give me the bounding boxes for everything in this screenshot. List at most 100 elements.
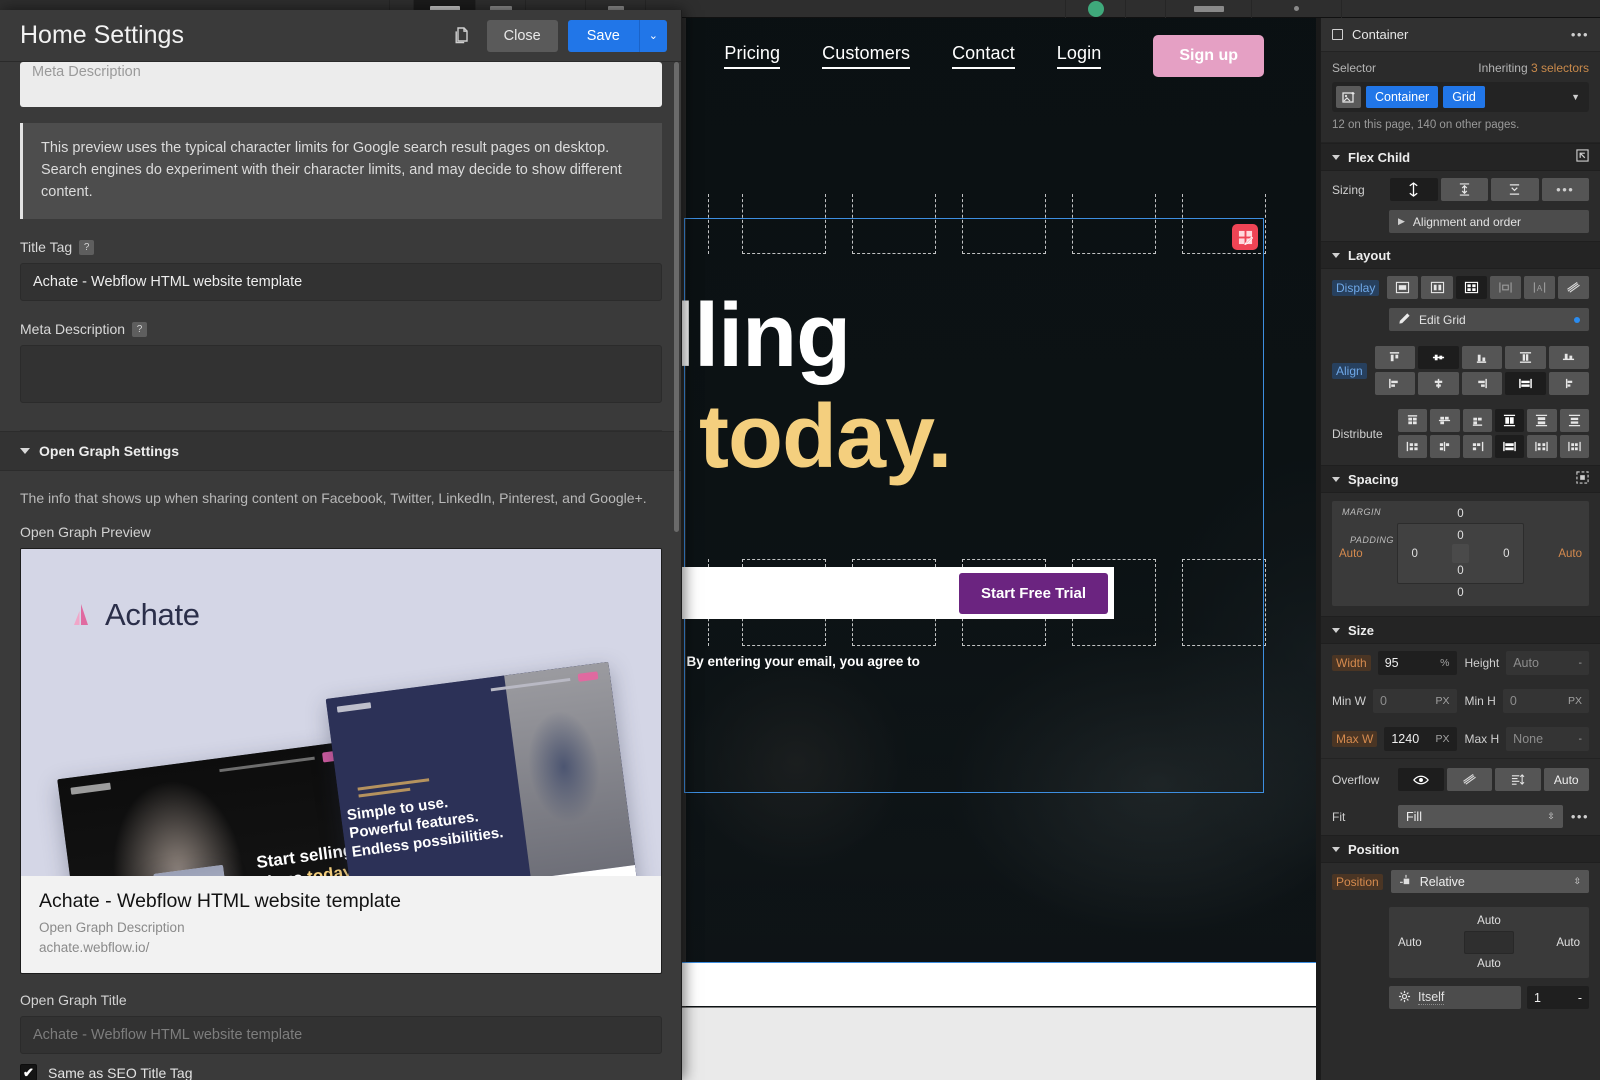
save-dropdown-caret-icon[interactable]: ⌄: [638, 19, 667, 52]
padding-bottom-value[interactable]: 0: [1404, 565, 1518, 577]
section-layout[interactable]: Layout: [1321, 241, 1600, 269]
selector-tag-grid[interactable]: Grid: [1443, 86, 1485, 108]
same-as-seo-checkbox[interactable]: ✔: [20, 1064, 37, 1080]
distribute-row-around-icon[interactable]: [1559, 409, 1589, 432]
section-size[interactable]: Size: [1321, 616, 1600, 644]
sizing-more-icon[interactable]: •••: [1541, 178, 1589, 201]
inline-icon[interactable]: A: [1523, 276, 1555, 299]
design-canvas[interactable]: Pricing Customers Contact Login Sign up: [682, 18, 1316, 1080]
meta-description-input[interactable]: [20, 345, 662, 404]
position-offsets-widget[interactable]: Auto Auto Auto Auto: [1389, 907, 1589, 978]
expand-icon[interactable]: [1440, 178, 1488, 201]
nav-link-pricing[interactable]: Pricing: [724, 43, 781, 69]
justify-stretch-icon[interactable]: [1505, 372, 1546, 395]
distribute-row-start-icon[interactable]: [1398, 409, 1428, 432]
display-label[interactable]: Display: [1332, 279, 1380, 296]
hidden-icon[interactable]: [1446, 768, 1492, 791]
width-input[interactable]: 95%: [1377, 651, 1457, 675]
max-h-input[interactable]: None -: [1506, 727, 1589, 751]
nav-link-login[interactable]: Login: [1056, 43, 1102, 69]
meta-description-help-icon[interactable]: ?: [132, 321, 148, 337]
og-title-input[interactable]: [20, 1016, 662, 1055]
max-w-label[interactable]: Max W: [1332, 731, 1378, 747]
distribute-col-between-icon[interactable]: [1527, 435, 1557, 458]
fit-select[interactable]: Fill ⇳: [1398, 805, 1563, 828]
title-tag-help-icon[interactable]: ?: [79, 239, 95, 255]
spacing-options-icon[interactable]: [1576, 471, 1589, 487]
selected-element-header[interactable]: Container •••: [1321, 18, 1600, 52]
z-index-input[interactable]: 1 -: [1527, 986, 1589, 1009]
margin-left-value[interactable]: Auto: [1339, 548, 1363, 560]
justify-baseline-icon[interactable]: [1548, 372, 1590, 395]
distribute-col-start-icon[interactable]: [1398, 435, 1428, 458]
distribute-row-center-icon[interactable]: [1430, 409, 1460, 432]
flex-child-expand-icon[interactable]: [1576, 149, 1589, 165]
padding-top-value[interactable]: 0: [1404, 530, 1518, 542]
inline-block-icon[interactable]: [1489, 276, 1521, 299]
selector-tag-container[interactable]: Container: [1366, 86, 1439, 108]
hero-email-form[interactable]: Start Free Trial: [682, 567, 1114, 619]
padding-right-value[interactable]: 0: [1495, 548, 1517, 560]
block-icon[interactable]: [1387, 276, 1419, 299]
toolbar-publish[interactable]: [1166, 0, 1252, 18]
min-w-input[interactable]: 0 PX: [1373, 689, 1457, 713]
align-label[interactable]: Align: [1332, 362, 1367, 379]
distribute-col-stretch-icon[interactable]: [1494, 435, 1525, 458]
scroll-icon[interactable]: [1495, 768, 1541, 791]
toolbar-menu[interactable]: [1252, 0, 1342, 18]
start-free-trial-button[interactable]: Start Free Trial: [958, 572, 1108, 614]
title-tag-input[interactable]: [20, 263, 662, 302]
padding-left-value[interactable]: 0: [1404, 548, 1426, 560]
visible-icon[interactable]: [1398, 768, 1444, 791]
align-stretch-icon[interactable]: [1505, 346, 1546, 369]
align-center-icon[interactable]: [1418, 346, 1459, 369]
modal-scrollbar[interactable]: [674, 62, 679, 532]
itself-button[interactable]: Itself: [1389, 986, 1521, 1009]
max-w-input[interactable]: 1240 PX: [1384, 727, 1457, 751]
distribute-col-center-icon[interactable]: [1430, 435, 1460, 458]
shrink-icon[interactable]: [1491, 178, 1539, 201]
width-label[interactable]: Width: [1332, 655, 1371, 671]
section-spacing[interactable]: Spacing: [1321, 465, 1600, 493]
shrink-expand-icon[interactable]: [1390, 178, 1438, 201]
align-start-icon[interactable]: [1374, 346, 1416, 369]
position-right-value[interactable]: Auto: [1556, 937, 1580, 949]
position-select[interactable]: Relative ⇳: [1390, 870, 1589, 893]
display-none-icon[interactable]: [1557, 276, 1590, 299]
save-button[interactable]: Save: [567, 19, 639, 52]
position-left-value[interactable]: Auto: [1398, 937, 1422, 949]
same-as-seo-title-row[interactable]: ✔ Same as SEO Title Tag: [0, 1054, 681, 1080]
margin-right-value[interactable]: Auto: [1558, 548, 1582, 560]
margin-bottom-value[interactable]: 0: [1339, 587, 1582, 599]
alignment-and-order-row[interactable]: ▶ Alignment and order: [1389, 210, 1589, 233]
min-h-input[interactable]: 0 PX: [1502, 689, 1589, 713]
grid-icon[interactable]: [1455, 276, 1487, 299]
align-baseline-icon[interactable]: [1548, 346, 1590, 369]
distribute-col-end-icon[interactable]: [1462, 435, 1492, 458]
height-input[interactable]: Auto -: [1506, 651, 1589, 675]
close-button[interactable]: Close: [486, 19, 558, 52]
section-flex-child[interactable]: Flex Child: [1321, 143, 1600, 171]
justify-start-icon[interactable]: [1374, 372, 1416, 395]
position-label[interactable]: Position: [1332, 873, 1383, 890]
nav-link-customers[interactable]: Customers: [822, 43, 911, 69]
edit-grid-row[interactable]: Edit Grid: [1389, 308, 1589, 331]
distribute-row-between-icon[interactable]: [1527, 409, 1557, 432]
padding-box[interactable]: PADDING 0 0 0 0: [1350, 523, 1525, 584]
justify-end-icon[interactable]: [1461, 372, 1503, 395]
justify-center-icon[interactable]: [1418, 372, 1459, 395]
element-more-icon[interactable]: •••: [1571, 27, 1589, 42]
section-position[interactable]: Position: [1321, 835, 1600, 863]
position-bottom-value[interactable]: Auto: [1398, 958, 1580, 970]
flex-icon[interactable]: [1421, 276, 1453, 299]
fit-more-icon[interactable]: •••: [1571, 809, 1589, 824]
position-top-value[interactable]: Auto: [1398, 915, 1580, 927]
inheriting-count[interactable]: 3 selectors: [1531, 61, 1589, 75]
open-graph-settings-header[interactable]: Open Graph Settings: [0, 431, 681, 472]
distribute-col-around-icon[interactable]: [1559, 435, 1589, 458]
selector-dropdown-caret-icon[interactable]: ▼: [1571, 92, 1585, 102]
nav-link-contact[interactable]: Contact: [952, 43, 1015, 69]
duplicate-icon[interactable]: [447, 21, 477, 51]
overflow-auto-button[interactable]: Auto: [1543, 768, 1589, 791]
distribute-row-stretch-icon[interactable]: [1494, 409, 1525, 432]
